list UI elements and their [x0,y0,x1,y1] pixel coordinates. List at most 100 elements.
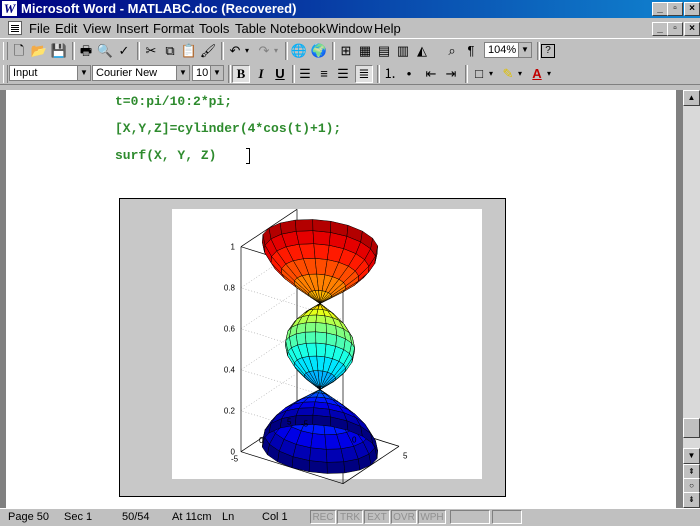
paste-icon[interactable]: 📋 [180,42,198,60]
doc-restore-button[interactable]: ▫ [667,22,683,36]
chevron-down-icon[interactable]: ▼ [210,66,223,80]
underline-button[interactable]: U [271,65,289,83]
menu-format[interactable]: Format [153,21,194,36]
surface-patch [310,433,327,450]
status-bar: Page 50 Sec 1 50/54 At 11cm Ln Col 1 REC… [0,508,700,526]
menu-notebook[interactable]: Notebook [270,21,326,36]
menu-view[interactable]: View [83,21,111,36]
menu-tools[interactable]: Tools [199,21,229,36]
toolbar-grip[interactable] [3,42,8,60]
print-icon[interactable]: 🖶 [77,42,95,60]
undo-dropdown-icon[interactable]: ▾ [242,42,252,60]
decrease-indent-icon[interactable]: ⇤ [422,65,440,83]
doc-close-button[interactable]: × [684,22,700,36]
bullets-icon[interactable]: • [400,65,418,83]
standard-toolbar: 🗋 📂 💾 🖶 🔍 ✓ ✂ ⧉ 📋 🖌 ↶ ▾ ↷ ▾ 🌐 🌍 ⊞ ▦ ▤ ▥ … [0,38,700,63]
code-line[interactable]: [X,Y,Z]=cylinder(4*cos(t)+1); [115,121,341,136]
code-line[interactable]: t=0:pi/10:2*pi; [115,94,232,109]
cut-icon[interactable]: ✂ [142,42,160,60]
menu-help[interactable]: Help [374,21,401,36]
surface-patch [326,461,346,474]
surface-patch [308,460,328,474]
next-page-button[interactable]: ⇟ [683,492,700,508]
word-app-icon[interactable]: W [2,1,17,16]
title-bar: W Microsoft Word - MATLABC.doc (Recovere… [0,0,700,18]
columns-icon[interactable]: ▥ [394,42,412,60]
font-select[interactable]: Courier New ▼ [92,65,190,81]
chevron-down-icon[interactable]: ▼ [518,43,531,57]
menu-table[interactable]: Table [235,21,266,36]
status-pages: 50/54 [122,511,150,523]
spelling-icon[interactable]: ✓ [115,42,133,60]
z-tick-label: 0.8 [224,284,236,293]
increase-indent-icon[interactable]: ⇥ [442,65,460,83]
font-size-select[interactable]: 10 ▼ [192,65,224,81]
formatting-toolbar: Input ▼ Courier New ▼ 10 ▼ B I U ☰ ≡ ☰ ≣… [0,62,700,86]
italic-button[interactable]: I [252,65,270,83]
menu-edit[interactable]: Edit [55,21,77,36]
copy-icon[interactable]: ⧉ [161,42,179,60]
help-icon[interactable]: ? [541,44,555,58]
x-tick-label: 0 [352,435,357,444]
redo-dropdown-icon[interactable]: ▾ [271,42,281,60]
align-left-icon[interactable]: ☰ [296,65,314,83]
close-button[interactable]: × [684,2,700,16]
show-hide-icon[interactable]: ¶ [462,42,480,60]
drawing-icon[interactable]: ◭ [413,42,431,60]
style-select[interactable]: Input ▼ [9,65,91,81]
toolbar-separator [137,42,140,60]
minimize-button[interactable]: _ [652,2,668,16]
border-dropdown-icon[interactable]: ▾ [486,65,496,83]
insert-table-icon[interactable]: ▦ [356,42,374,60]
font-size-value: 10 [196,67,209,79]
numbering-icon[interactable]: ⒈ [381,65,399,83]
menu-insert[interactable]: Insert [116,21,149,36]
highlight-dropdown-icon[interactable]: ▾ [515,65,525,83]
insert-excel-icon[interactable]: ▤ [375,42,393,60]
status-wph[interactable]: WPH [418,510,446,524]
justify-icon[interactable]: ≣ [355,65,373,83]
status-empty [450,510,490,524]
zoom-select[interactable]: 104% ▼ [484,42,532,58]
document-icon[interactable] [8,21,22,35]
status-empty [492,510,522,524]
scroll-thumb[interactable] [683,418,700,438]
status-rec[interactable]: REC [310,510,336,524]
status-ext[interactable]: EXT [364,510,390,524]
toolbar-separator [72,42,75,60]
menu-window[interactable]: Window [326,21,372,36]
document-page[interactable]: t=0:pi/10:2*pi; [X,Y,Z]=cylinder(4*cos(t… [6,90,676,508]
print-preview-icon[interactable]: 🔍 [96,42,114,60]
code-line[interactable]: surf(X, Y, Z) [115,148,216,163]
scroll-down-button[interactable]: ▼ [683,448,700,464]
z-tick-label: 0.4 [224,366,236,375]
style-value: Input [13,67,38,79]
document-map-icon[interactable]: ⌕ [443,42,461,60]
open-folder-icon[interactable]: 📂 [30,42,48,60]
chevron-down-icon[interactable]: ▼ [77,66,90,80]
web-toolbar-icon[interactable]: 🌍 [310,42,328,60]
bold-button[interactable]: B [232,65,250,83]
insert-hyperlink-icon[interactable]: 🌐 [290,42,308,60]
new-document-icon[interactable]: 🗋 [10,42,28,60]
chevron-down-icon[interactable]: ▼ [176,66,189,80]
scroll-up-button[interactable]: ▲ [683,90,700,106]
doc-minimize-button[interactable]: _ [652,22,668,36]
align-center-icon[interactable]: ≡ [315,65,333,83]
font-color-dropdown-icon[interactable]: ▾ [544,65,554,83]
surface-patch [312,414,332,427]
toolbar-grip[interactable] [3,65,8,83]
menu-file[interactable]: File [29,21,50,36]
align-right-icon[interactable]: ☰ [334,65,352,83]
restore-button[interactable]: ▫ [667,2,683,16]
toolbar-separator [465,65,468,83]
matlab-surface-plot[interactable]: 1 0.8 0.6 0.4 0.2 0 5 0 -5 -5 0 5 [119,198,506,497]
status-ovr[interactable]: OVR [391,510,417,524]
status-trk[interactable]: TRK [337,510,363,524]
tables-borders-icon[interactable]: ⊞ [337,42,355,60]
surface-patch [304,322,317,333]
toolbar-separator [221,42,224,60]
format-painter-icon[interactable]: 🖌 [199,42,217,60]
vertical-scrollbar[interactable]: ▲ ▼ ⇞ ○ ⇟ [683,90,700,508]
save-icon[interactable]: 💾 [50,42,68,60]
